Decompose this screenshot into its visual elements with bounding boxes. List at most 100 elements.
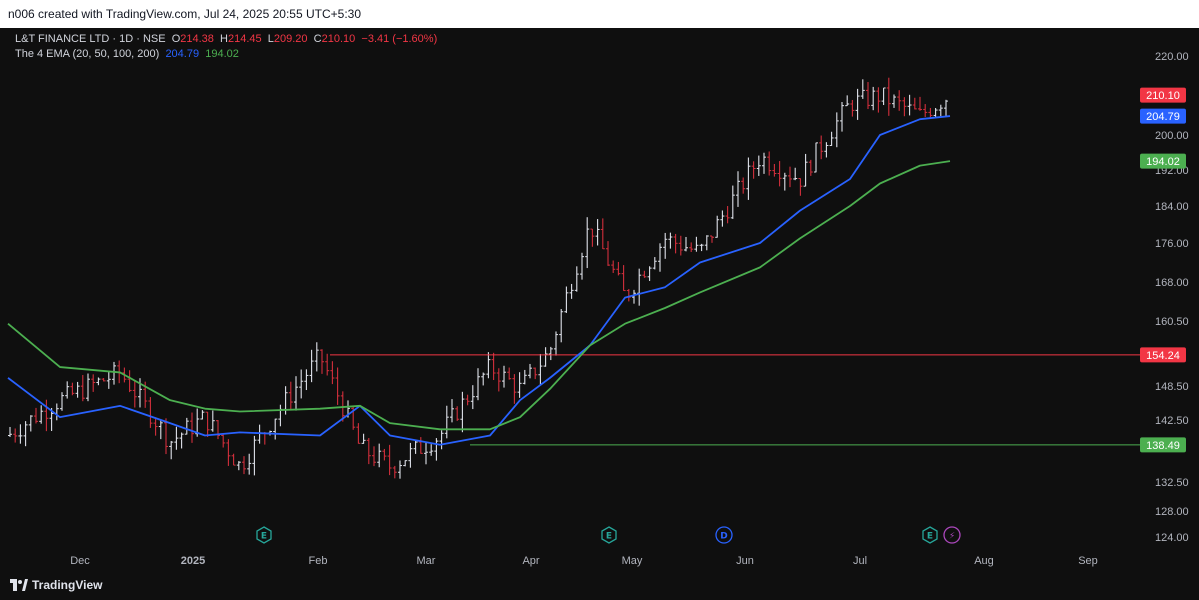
ohlc-bar[interactable]: [356, 423, 361, 444]
event-marker[interactable]: E: [922, 526, 938, 544]
ohlc-bar[interactable]: [273, 418, 278, 440]
ohlc-bar[interactable]: [855, 88, 860, 120]
ohlc-bar[interactable]: [200, 410, 205, 420]
ohlc-bar[interactable]: [938, 104, 943, 117]
ohlc-bar[interactable]: [231, 453, 236, 466]
ohlc-bar[interactable]: [106, 370, 111, 389]
ohlc-bar[interactable]: [923, 104, 928, 117]
ohlc-bar[interactable]: [621, 265, 626, 292]
ohlc-bar[interactable]: [470, 385, 475, 410]
ohlc-bar[interactable]: [486, 352, 491, 379]
ohlc-bar[interactable]: [528, 363, 532, 379]
ohlc-bar[interactable]: [782, 172, 787, 191]
ohlc-bar[interactable]: [70, 382, 75, 396]
ohlc-bar[interactable]: [538, 353, 543, 385]
ohlc-bar[interactable]: [626, 288, 631, 302]
ohlc-bar[interactable]: [127, 370, 132, 393]
ohlc-bar[interactable]: [720, 210, 725, 227]
ohlc-bar[interactable]: [668, 232, 673, 249]
ohlc-bar[interactable]: [65, 381, 70, 399]
ohlc-bar[interactable]: [673, 233, 678, 254]
ohlc-bar[interactable]: [819, 135, 824, 160]
ohlc-bar[interactable]: [309, 349, 314, 383]
ohlc-bar[interactable]: [429, 444, 434, 456]
ohlc-bar[interactable]: [205, 411, 210, 437]
ohlc-bar[interactable]: [866, 82, 870, 110]
ohlc-bar[interactable]: [460, 391, 465, 433]
ohlc-bar[interactable]: [814, 142, 818, 173]
ohlc-bar[interactable]: [434, 438, 439, 461]
ohlc-bar[interactable]: [91, 374, 96, 392]
ohlc-bar[interactable]: [372, 446, 376, 467]
ohlc-bar[interactable]: [606, 241, 610, 266]
ohlc-bar[interactable]: [897, 90, 902, 111]
ohlc-bar[interactable]: [699, 243, 704, 252]
ohlc-bar[interactable]: [793, 167, 798, 181]
ohlc-bar[interactable]: [595, 219, 600, 246]
ohlc-bar[interactable]: [325, 353, 330, 376]
ohlc-bar[interactable]: [314, 342, 319, 372]
ohlc-bar[interactable]: [507, 367, 512, 380]
ohlc-bar[interactable]: [600, 218, 605, 250]
ohlc-bar[interactable]: [502, 365, 506, 388]
ohlc-bar[interactable]: [481, 372, 486, 386]
event-marker[interactable]: ⚡: [943, 526, 961, 544]
ohlc-bar[interactable]: [86, 373, 90, 402]
event-marker[interactable]: E: [256, 526, 272, 544]
ohlc-bar[interactable]: [637, 268, 642, 306]
ohlc-bar[interactable]: [569, 283, 574, 299]
ohlc-bar[interactable]: [694, 236, 699, 252]
ohlc-bar[interactable]: [777, 161, 782, 187]
ohlc-bar[interactable]: [585, 217, 590, 269]
ohlc-bar[interactable]: [294, 376, 298, 411]
ohlc-bar[interactable]: [741, 177, 746, 194]
ohlc-bar[interactable]: [710, 235, 714, 243]
ohlc-bar[interactable]: [288, 381, 293, 411]
ohlc-bar[interactable]: [184, 417, 189, 435]
ohlc-bar[interactable]: [616, 261, 621, 276]
ohlc-bar[interactable]: [236, 461, 241, 471]
ohlc-bar[interactable]: [834, 112, 839, 148]
ohlc-bar[interactable]: [871, 86, 876, 111]
ohlc-bar[interactable]: [730, 185, 735, 219]
ohlc-bar[interactable]: [132, 381, 137, 408]
ohlc-bar[interactable]: [715, 215, 720, 238]
ohlc-bar[interactable]: [101, 378, 106, 382]
ohlc-bar[interactable]: [439, 430, 444, 450]
ohlc-bar[interactable]: [169, 440, 174, 460]
ohlc-bar[interactable]: [678, 235, 683, 256]
ohlc-bar[interactable]: [902, 97, 907, 117]
ohlc-bar[interactable]: [44, 399, 49, 432]
ohlc-bar[interactable]: [366, 437, 371, 465]
ohlc-bar[interactable]: [803, 153, 808, 187]
ohlc-bar[interactable]: [632, 289, 636, 304]
ohlc-bar[interactable]: [455, 406, 460, 421]
ohlc-bar[interactable]: [491, 352, 496, 380]
ohlc-bar[interactable]: [424, 442, 428, 465]
ohlc-bar[interactable]: [190, 412, 194, 443]
ohlc-bar[interactable]: [164, 418, 168, 455]
ohlc-bar[interactable]: [96, 377, 101, 386]
event-marker[interactable]: E: [601, 526, 617, 544]
ohlc-bar[interactable]: [210, 410, 215, 432]
ohlc-bar[interactable]: [892, 94, 896, 108]
ohlc-bar[interactable]: [746, 157, 751, 200]
ohlc-bar[interactable]: [912, 97, 917, 110]
ohlc-bar[interactable]: [408, 442, 413, 468]
ohlc-bar[interactable]: [881, 87, 886, 106]
ohlc-bar[interactable]: [860, 79, 865, 99]
ohlc-bar[interactable]: [652, 257, 657, 270]
ohlc-bar[interactable]: [8, 426, 12, 438]
ohlc-bar[interactable]: [257, 424, 262, 444]
ohlc-bar[interactable]: [39, 405, 44, 424]
ohlc-bar[interactable]: [252, 435, 257, 476]
ohlc-bar[interactable]: [580, 252, 584, 280]
ohlc-bar[interactable]: [216, 420, 220, 440]
ohlc-bar[interactable]: [34, 407, 38, 424]
ohlc-bar[interactable]: [221, 434, 226, 448]
legend-indicator-row[interactable]: The 4 EMA (20, 50, 100, 200) 204.79 194.…: [15, 47, 437, 62]
ema-line[interactable]: [7, 115, 951, 446]
ohlc-bar[interactable]: [242, 456, 246, 475]
ohlc-bar[interactable]: [554, 331, 558, 356]
ohlc-bar[interactable]: [725, 206, 730, 224]
